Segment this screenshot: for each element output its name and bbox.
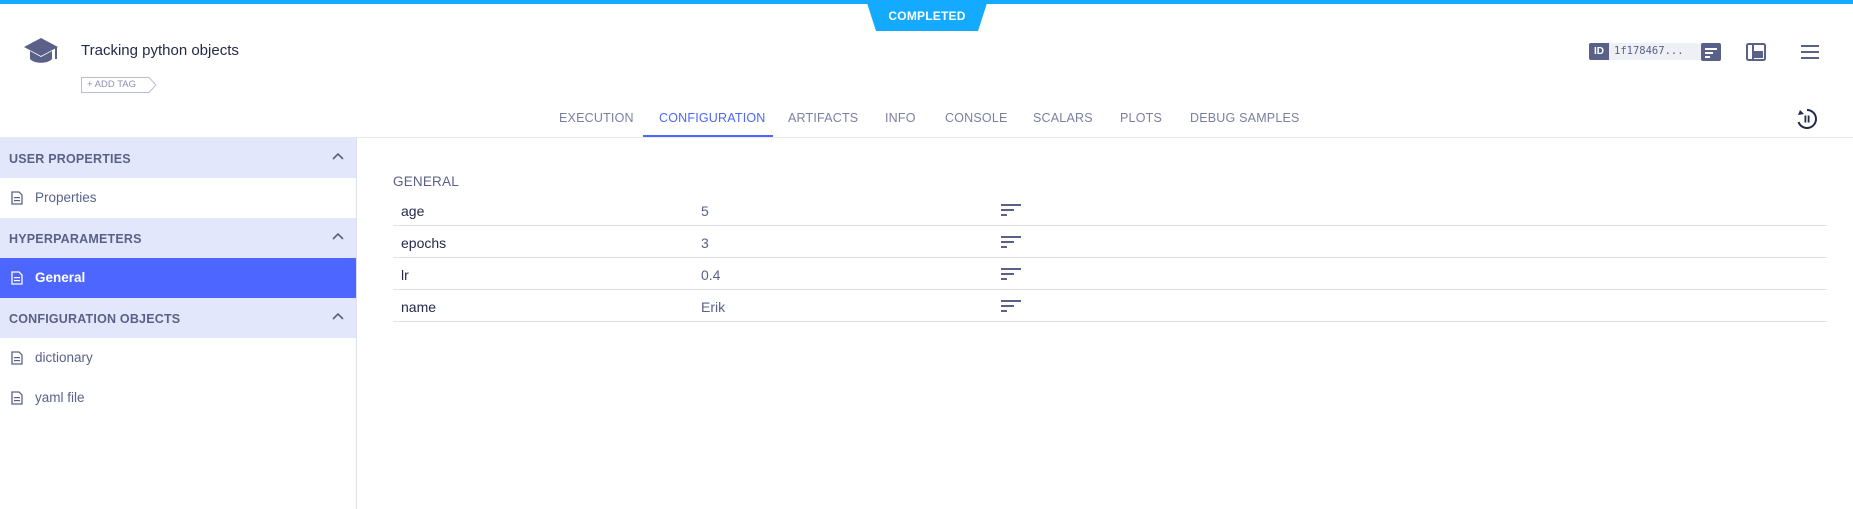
sidebar-item-dictionary[interactable]: dictionary (0, 338, 356, 378)
hyperparameter-table: age 5 epochs 3 lr 0.4 name Erik (393, 194, 1827, 322)
section-title: CONFIGURATION OBJECTS (9, 312, 181, 326)
document-icon (11, 391, 23, 405)
param-value: 3 (701, 235, 709, 251)
info-panel-icon[interactable] (1699, 40, 1723, 64)
description-icon[interactable] (1001, 204, 1023, 216)
graduation-cap-icon (24, 38, 58, 63)
param-name: lr (401, 267, 409, 283)
param-value: 5 (701, 203, 709, 219)
tab-scalars[interactable]: SCALARS (1033, 111, 1093, 125)
add-tag-label: + ADD TAG (87, 79, 137, 90)
chevron-up-icon (332, 232, 344, 240)
menu-icon[interactable] (1798, 40, 1822, 64)
sidebar-item-label: yaml file (35, 390, 85, 405)
sidebar-item-general[interactable]: General (0, 258, 356, 298)
tab-execution[interactable]: EXECUTION (559, 111, 634, 125)
task-title: Tracking python objects (81, 42, 239, 59)
tab-bar: EXECUTION CONFIGURATION ARTIFACTS INFO C… (0, 100, 1853, 138)
tab-artifacts[interactable]: ARTIFACTS (788, 111, 858, 125)
sidebar-item-yaml-file[interactable]: yaml file (0, 378, 356, 418)
document-icon (11, 271, 23, 285)
status-label: COMPLETED (888, 9, 966, 23)
sidebar-item-properties[interactable]: Properties (0, 178, 356, 218)
param-name: age (401, 203, 425, 219)
table-row: epochs 3 (393, 226, 1827, 258)
tab-console[interactable]: CONSOLE (945, 111, 1008, 125)
chevron-up-icon (332, 312, 344, 320)
tab-configuration[interactable]: CONFIGURATION (659, 111, 766, 125)
description-icon[interactable] (1001, 300, 1023, 312)
tab-info[interactable]: INFO (885, 111, 916, 125)
table-row: lr 0.4 (393, 258, 1827, 290)
task-id-badge[interactable]: ID 1f178467... (1589, 43, 1705, 60)
tab-debug-samples[interactable]: DEBUG SAMPLES (1190, 111, 1300, 125)
description-icon[interactable] (1001, 236, 1023, 248)
sidebar-item-label: dictionary (35, 350, 93, 365)
layout-icon[interactable] (1744, 40, 1768, 64)
sidebar: USER PROPERTIES Properties HYPERPARAMETE… (0, 138, 357, 509)
param-value: 0.4 (701, 267, 721, 283)
param-name: epochs (401, 235, 447, 251)
id-value: 1f178467... (1609, 43, 1705, 60)
section-title-general: GENERAL (393, 174, 459, 189)
description-icon[interactable] (1001, 268, 1023, 280)
section-title: USER PROPERTIES (9, 152, 131, 166)
sidebar-item-label: General (35, 270, 86, 285)
document-icon (11, 191, 23, 205)
section-header-hyperparameters[interactable]: HYPERPARAMETERS (0, 218, 356, 258)
main-panel: GENERAL age 5 epochs 3 lr 0.4 name Erik (358, 138, 1853, 509)
section-title: HYPERPARAMETERS (9, 232, 142, 246)
status-banner: COMPLETED (866, 0, 988, 31)
tab-plots[interactable]: PLOTS (1120, 111, 1162, 125)
param-name: name (401, 299, 437, 315)
section-header-configuration-objects[interactable]: CONFIGURATION OBJECTS (0, 298, 356, 338)
document-icon (11, 351, 23, 365)
sidebar-item-label: Properties (35, 190, 97, 205)
table-row: name Erik (393, 290, 1827, 322)
auto-refresh-icon[interactable] (1795, 107, 1819, 131)
param-value: Erik (701, 299, 726, 315)
section-header-user-properties[interactable]: USER PROPERTIES (0, 138, 356, 178)
chevron-up-icon (332, 152, 344, 160)
table-row: age 5 (393, 194, 1827, 226)
id-label: ID (1589, 43, 1609, 60)
